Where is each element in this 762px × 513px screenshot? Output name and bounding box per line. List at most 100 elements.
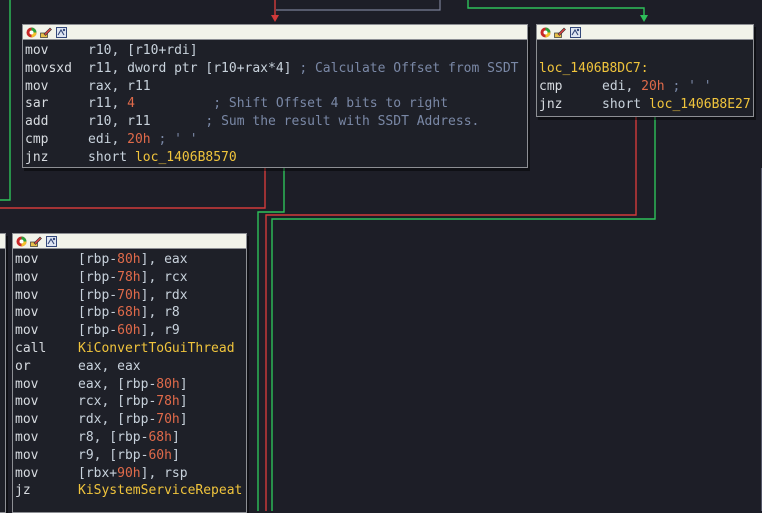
asm-line[interactable]: mov rax, r11 (25, 78, 527, 96)
asm-line[interactable]: jz KiSystemServiceRepeat (15, 482, 246, 500)
operand: edi, (602, 78, 642, 94)
block-main-code: mov [rbp-80h], eax mov [rbp-78h], rcx mov [rb… (13, 249, 246, 500)
label-ref[interactable]: loc_1406B8570 (135, 150, 237, 165)
operand: r8, [rbp- (78, 429, 149, 445)
asm-line[interactable]: jnz short loc_1406B8E27 (539, 96, 753, 114)
operand: edi, (88, 131, 128, 147)
code-block-left-partial[interactable] (0, 233, 6, 513)
code-block-main[interactable]: mov [rbp-80h], eax mov [rbp-78h], rcx mov [rb… (12, 233, 247, 513)
operand: eax, [rbp- (78, 376, 157, 392)
immediate: 90h (117, 465, 141, 481)
asm-line[interactable]: cmp edi, 20h ; ' ' (539, 78, 753, 96)
asm-line[interactable]: mov [rbp-80h], eax (15, 251, 246, 269)
operand: r9, [rbp- (78, 447, 149, 463)
operand: short (602, 96, 649, 112)
mnemonic: mov (15, 323, 39, 339)
mnemonic: mov (25, 78, 49, 94)
operand: rbp- (85, 287, 118, 303)
asm-line[interactable]: sar r11, 4 ; Shift Offset 4 bits to right (25, 95, 527, 113)
asm-line[interactable]: mov [rbp-70h], rdx (15, 287, 246, 305)
operand: r10, r11 (88, 114, 151, 130)
mnemonic: movsxd (25, 60, 72, 76)
label-ref[interactable]: KiSystemServiceRepeat (78, 483, 242, 498)
operand: r11, dword ptr [r10+rax*4] (88, 60, 292, 76)
edge-green-right-arrow (640, 15, 648, 22)
graph-icon[interactable] (55, 26, 67, 38)
immediate: 68h (148, 429, 172, 445)
operand: rbp- (85, 269, 118, 285)
color-icon[interactable] (15, 236, 27, 247)
rename-icon[interactable] (554, 27, 566, 38)
asm-line[interactable]: mov [rbp-60h], r9 (15, 322, 246, 340)
asm-line[interactable]: mov rdx, [rbp-70h] (15, 411, 246, 429)
operand: ], rcx (140, 269, 188, 285)
operand: [ (78, 305, 86, 321)
block-label[interactable]: loc_1406B8DC7: (539, 60, 753, 78)
label-ref[interactable]: KiConvertToGuiThread (78, 341, 235, 356)
asm-line[interactable]: or eax, eax (15, 358, 246, 376)
label-ref[interactable]: loc_1406B8E27 (649, 97, 751, 112)
asm-line[interactable]: mov r8, [rbp-68h] (15, 429, 246, 447)
operand: rbp- (85, 305, 118, 321)
operand: r10, [ (88, 43, 135, 58)
mnemonic: cmp (539, 78, 563, 94)
asm-line[interactable]: jnz short loc_1406B8570 (25, 149, 527, 167)
operand: ], rdx (140, 287, 188, 303)
block-titlebar (13, 234, 246, 249)
immediate: 80h (156, 376, 180, 392)
asm-line[interactable]: add r10, r11 ; Sum the result with SSDT A… (25, 113, 527, 131)
operand: rbp- (85, 252, 118, 267)
comment: ; Sum the result with SSDT Address. (150, 114, 480, 130)
immediate: 68h (117, 305, 141, 321)
block-titlebar (537, 25, 753, 40)
asm-line[interactable]: mov [rbx+90h], rsp (15, 465, 246, 483)
graph-icon[interactable] (569, 26, 581, 38)
mnemonic: jz (15, 483, 31, 499)
edge-green-right-in (467, 0, 645, 20)
mnemonic: add (25, 114, 49, 130)
immediate: 60h (117, 323, 141, 339)
immediate: 80h (117, 252, 141, 267)
graph-icon[interactable] (45, 235, 57, 247)
immediate: 78h (117, 269, 141, 285)
edge-green-right-out (271, 117, 656, 511)
rename-icon[interactable] (40, 27, 52, 38)
asm-line[interactable]: mov rcx, [rbp-78h] (15, 393, 246, 411)
operand: [ (78, 323, 86, 339)
operand: rdx, [rbp- (78, 412, 157, 428)
color-icon[interactable] (539, 27, 551, 38)
color-icon[interactable] (25, 27, 37, 38)
operand: [ (78, 269, 86, 285)
code-block-right[interactable]: loc_1406B8DC7: cmp edi, 20h ; ' ' jnz short… (536, 24, 754, 117)
block-right-code: loc_1406B8DC7: cmp edi, 20h ; ' ' jnz short… (537, 40, 753, 113)
mnemonic: mov (25, 43, 49, 58)
comment: ; ' ' (664, 78, 712, 94)
mnemonic: mov (15, 252, 39, 267)
operand: ] (179, 412, 188, 428)
asm-line[interactable]: mov eax, [rbp-80h] (15, 376, 246, 394)
asm-line[interactable]: mov r9, [rbp-60h] (15, 447, 246, 465)
mnemonic: sar (25, 96, 49, 112)
mnemonic: cmp (25, 131, 49, 147)
asm-line[interactable]: cmp edi, 20h ; ' ' (25, 131, 527, 149)
mnemonic: mov (15, 429, 39, 445)
operand: [ (78, 252, 86, 267)
mnemonic: mov (15, 305, 39, 321)
operand: short (88, 149, 135, 165)
asm-line[interactable]: mov r10, [r10+rdi] (25, 42, 527, 60)
mnemonic: mov (15, 376, 39, 392)
edge-red-top-out-left (0, 168, 266, 209)
asm-line[interactable]: mov [rbp-68h], r8 (15, 304, 246, 322)
edge-blue-top (276, 0, 441, 11)
operand: ] (189, 43, 198, 58)
mnemonic: call (15, 340, 47, 356)
code-block-top[interactable]: mov r10, [r10+rdi] movsxd r11, dword ptr [r… (22, 24, 528, 168)
operand: rax, r11 (88, 78, 151, 94)
asm-line[interactable]: call KiConvertToGuiThread (15, 340, 246, 358)
immediate: 78h (156, 394, 180, 410)
operand: eax, eax (78, 358, 141, 374)
asm-line[interactable]: mov [rbp-78h], rcx (15, 269, 246, 287)
rename-icon[interactable] (30, 236, 42, 247)
asm-line[interactable]: movsxd r11, dword ptr [r10+rax*4] ; Calcu… (25, 60, 527, 78)
operand: ] (179, 394, 188, 410)
